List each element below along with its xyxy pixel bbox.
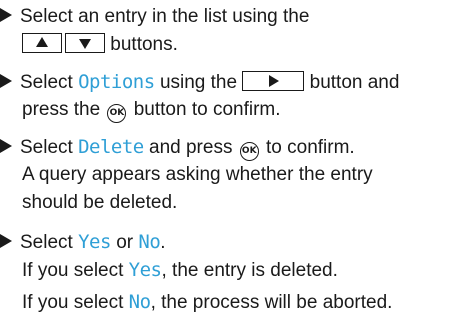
right-arrow-icon <box>269 75 280 87</box>
instruction-step-2: Select Options using the button and pres… <box>0 68 461 124</box>
down-arrow-icon <box>79 39 91 49</box>
yes-keyword: Yes <box>128 259 162 281</box>
query-info-line-2: should be deleted. <box>22 192 178 213</box>
step1-text-buttons: buttons. <box>110 34 178 55</box>
yes-keyword: Yes <box>78 231 111 253</box>
bullet-triangle-icon <box>0 139 12 153</box>
right-button <box>242 71 305 91</box>
bullet-triangle-icon <box>0 74 12 88</box>
options-keyword: Options <box>78 71 155 93</box>
down-button <box>65 33 105 53</box>
ok-button-icon: OK <box>107 104 127 123</box>
step1-text: Select an entry in the list using the <box>20 6 310 27</box>
no-keyword: No <box>128 291 151 313</box>
up-button <box>22 33 62 53</box>
bullet-triangle-icon <box>0 234 12 248</box>
no-keyword: No <box>138 231 161 253</box>
instruction-step-1: Select an entry in the list using the bu… <box>0 3 461 59</box>
query-info-line-1: A query appears asking whether the entry <box>22 164 373 185</box>
instruction-step-4: Select Yes or No. If you select Yes, the… <box>0 228 461 316</box>
instruction-step-3: Select Delete and press OK to confirm. A… <box>0 133 461 217</box>
up-arrow-icon <box>36 37 48 47</box>
ok-button-icon: OK <box>239 142 259 161</box>
delete-keyword: Delete <box>78 136 144 158</box>
bullet-triangle-icon <box>0 8 12 22</box>
